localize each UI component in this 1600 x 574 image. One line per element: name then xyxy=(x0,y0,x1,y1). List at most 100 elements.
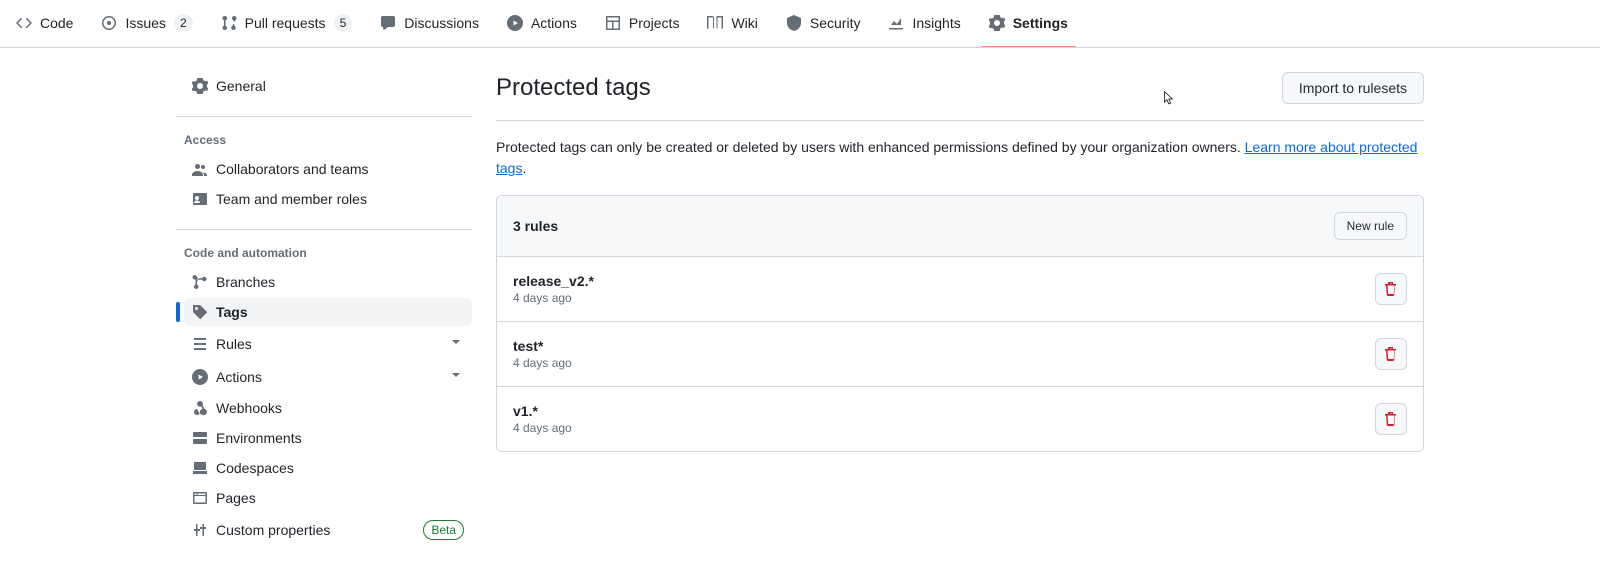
rule-name: release_v2.* xyxy=(513,273,594,289)
play-icon xyxy=(507,15,523,31)
webhook-icon xyxy=(192,400,208,416)
rule-date: 4 days ago xyxy=(513,291,594,305)
sidebar-heading-access: Access xyxy=(176,125,472,147)
sidebar-item-label: Environments xyxy=(216,430,302,446)
tab-code[interactable]: Code xyxy=(8,0,81,48)
play-icon xyxy=(192,369,208,385)
rule-date: 4 days ago xyxy=(513,356,572,370)
sidebar-heading-code: Code and automation xyxy=(176,238,472,260)
sidebar-item-custom-properties[interactable]: Custom properties Beta xyxy=(184,514,472,546)
sidebar-item-general[interactable]: General xyxy=(184,72,472,100)
tab-label: Wiki xyxy=(731,8,757,38)
list-icon xyxy=(192,336,208,352)
page-description: Protected tags can only be created or de… xyxy=(496,137,1424,179)
tab-label: Projects xyxy=(629,8,680,38)
sidebar-item-label: Webhooks xyxy=(216,400,282,416)
graph-icon xyxy=(888,15,904,31)
sidebar-item-tags[interactable]: Tags xyxy=(184,298,472,326)
sidebar-item-codespaces[interactable]: Codespaces xyxy=(184,454,472,482)
tab-discussions[interactable]: Discussions xyxy=(372,0,487,48)
tab-projects[interactable]: Projects xyxy=(597,0,688,48)
tab-label: Code xyxy=(40,8,73,38)
pulls-count: 5 xyxy=(334,14,353,32)
page-header: Protected tags Import to rulesets xyxy=(496,72,1424,121)
git-branch-icon xyxy=(192,274,208,290)
rule-info: test* 4 days ago xyxy=(513,338,572,370)
trash-icon xyxy=(1383,411,1399,427)
tab-insights[interactable]: Insights xyxy=(880,0,968,48)
rule-name: v1.* xyxy=(513,403,572,419)
rule-info: v1.* 4 days ago xyxy=(513,403,572,435)
rule-row: release_v2.* 4 days ago xyxy=(497,257,1423,322)
rule-row: test* 4 days ago xyxy=(497,322,1423,387)
tab-label: Issues xyxy=(125,8,165,38)
trash-icon xyxy=(1383,346,1399,362)
issue-opened-icon xyxy=(101,15,117,31)
sidebar-item-pages[interactable]: Pages xyxy=(184,484,472,512)
import-to-rulesets-button[interactable]: Import to rulesets xyxy=(1282,72,1424,104)
rule-row: v1.* 4 days ago xyxy=(497,387,1423,451)
chevron-down-icon xyxy=(448,367,464,386)
sidebar-item-label: Actions xyxy=(216,369,262,385)
tab-issues[interactable]: Issues 2 xyxy=(93,0,200,48)
sidebar-item-branches[interactable]: Branches xyxy=(184,268,472,296)
chevron-down-icon xyxy=(448,334,464,353)
sidebar-item-label: Pages xyxy=(216,490,256,506)
book-icon xyxy=(707,15,723,31)
sidebar-item-webhooks[interactable]: Webhooks xyxy=(184,394,472,422)
new-rule-button[interactable]: New rule xyxy=(1334,212,1407,240)
sidebar-item-label: Rules xyxy=(216,336,252,352)
tab-wiki[interactable]: Wiki xyxy=(699,0,765,48)
page-title: Protected tags xyxy=(496,74,651,102)
tab-security[interactable]: Security xyxy=(778,0,869,48)
sidebar-item-label: Collaborators and teams xyxy=(216,161,369,177)
delete-rule-button[interactable] xyxy=(1375,403,1407,435)
server-icon xyxy=(192,430,208,446)
sidebar-item-label: Custom properties xyxy=(216,522,330,538)
table-icon xyxy=(605,15,621,31)
rule-date: 4 days ago xyxy=(513,421,572,435)
id-badge-icon xyxy=(192,191,208,207)
repo-nav: Code Issues2 Pull requests5 Discussions … xyxy=(0,0,1600,48)
sliders-icon xyxy=(192,522,208,538)
tab-label: Discussions xyxy=(404,8,479,38)
rules-count: 3 rules xyxy=(513,218,558,234)
sidebar-item-actions[interactable]: Actions xyxy=(184,361,472,392)
git-pull-request-icon xyxy=(221,15,237,31)
issues-count: 2 xyxy=(174,14,193,32)
sidebar-item-label: General xyxy=(216,78,266,94)
sidebar-item-label: Branches xyxy=(216,274,275,290)
rules-box: 3 rules New rule release_v2.* 4 days ago… xyxy=(496,195,1424,452)
rules-box-header: 3 rules New rule xyxy=(497,196,1423,257)
delete-rule-button[interactable] xyxy=(1375,338,1407,370)
sidebar-item-environments[interactable]: Environments xyxy=(184,424,472,452)
desc-text: Protected tags can only be created or de… xyxy=(496,139,1245,155)
tab-settings[interactable]: Settings xyxy=(981,0,1076,48)
sidebar-item-rules[interactable]: Rules xyxy=(184,328,472,359)
beta-badge: Beta xyxy=(423,520,464,540)
comment-discussion-icon xyxy=(380,15,396,31)
gear-icon xyxy=(192,78,208,94)
browser-icon xyxy=(192,490,208,506)
delete-rule-button[interactable] xyxy=(1375,273,1407,305)
code-icon xyxy=(16,15,32,31)
trash-icon xyxy=(1383,281,1399,297)
sidebar-item-label: Team and member roles xyxy=(216,191,367,207)
rule-name: test* xyxy=(513,338,572,354)
tab-pull-requests[interactable]: Pull requests 5 xyxy=(213,0,361,48)
tab-label: Actions xyxy=(531,8,577,38)
sidebar-item-label: Codespaces xyxy=(216,460,294,476)
tag-icon xyxy=(192,304,208,320)
desc-suffix: . xyxy=(522,160,526,176)
tab-label: Insights xyxy=(912,8,960,38)
sidebar-item-collaborators[interactable]: Collaborators and teams xyxy=(184,155,472,183)
tab-label: Security xyxy=(810,8,861,38)
codespaces-icon xyxy=(192,460,208,476)
sidebar-item-label: Tags xyxy=(216,304,248,320)
tab-actions[interactable]: Actions xyxy=(499,0,585,48)
rule-info: release_v2.* 4 days ago xyxy=(513,273,594,305)
tab-label: Settings xyxy=(1013,8,1068,38)
people-icon xyxy=(192,161,208,177)
sidebar-item-team-roles[interactable]: Team and member roles xyxy=(184,185,472,213)
tab-label: Pull requests xyxy=(245,8,326,38)
